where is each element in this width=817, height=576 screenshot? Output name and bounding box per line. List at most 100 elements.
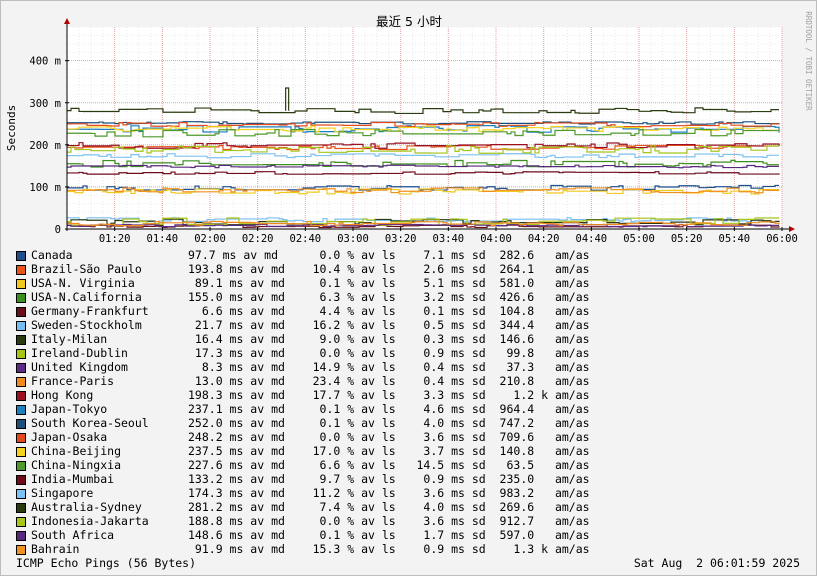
legend-series-name: India-Mumbai bbox=[31, 472, 115, 486]
legend-swatch bbox=[16, 419, 26, 429]
legend-item: Italy-Milan 16.4 ms av md 9.0 % av ls 0.… bbox=[16, 332, 816, 346]
chart-title: 最近 5 小时 bbox=[376, 14, 442, 29]
x-tick-label: 03:20 bbox=[385, 233, 417, 245]
legend-series-stats: 16.4 ms av md 9.0 % av ls 0.3 ms sd 146.… bbox=[188, 332, 590, 346]
legend-swatch bbox=[16, 293, 26, 303]
legend-swatch bbox=[16, 265, 26, 275]
x-tick-label: 04:40 bbox=[576, 233, 608, 245]
legend-series-name: South Korea-Seoul bbox=[31, 416, 149, 430]
legend-series-stats: 97.7 ms av md 0.0 % av ls 7.1 ms sd 282.… bbox=[188, 248, 590, 262]
legend-series-stats: 237.1 ms av md 0.1 % av ls 4.6 ms sd 964… bbox=[188, 402, 590, 416]
legend-item: South Africa 148.6 ms av md 0.1 % av ls 1… bbox=[16, 528, 816, 542]
legend-swatch bbox=[16, 349, 26, 359]
y-tick-label: 200 m bbox=[29, 140, 61, 152]
legend-series-name: China-Ningxia bbox=[31, 458, 122, 472]
legend-series-stats: 148.6 ms av md 0.1 % av ls 1.7 ms sd 597… bbox=[188, 528, 590, 542]
legend-series-name: USA-N.California bbox=[31, 290, 142, 304]
legend-swatch bbox=[16, 279, 26, 289]
legend-series-name: Germany-Frankfurt bbox=[31, 304, 149, 318]
legend-series-name: Sweden-Stockholm bbox=[31, 318, 142, 332]
legend-item: Sweden-Stockholm 21.7 ms av md 16.2 % av… bbox=[16, 318, 816, 332]
latency-chart: 0 100 m 200 m 300 m 400 m 01:20 01:40 02:00 02:2… bbox=[5, 11, 813, 245]
x-tick-label: 02:40 bbox=[290, 233, 322, 245]
legend-series-stats: 252.0 ms av md 0.1 % av ls 4.0 ms sd 747… bbox=[188, 416, 590, 430]
legend-item: United Kingdom 8.3 ms av md 14.9 % av ls… bbox=[16, 360, 816, 374]
x-tick-label: 06:00 bbox=[766, 233, 798, 245]
x-tick-label: 05:20 bbox=[671, 233, 703, 245]
x-tick-label: 01:20 bbox=[99, 233, 131, 245]
legend-swatch bbox=[16, 503, 26, 513]
x-tick-label: 02:20 bbox=[242, 233, 274, 245]
x-tick-label: 04:00 bbox=[480, 233, 512, 245]
legend-series-name: France-Paris bbox=[31, 374, 115, 388]
legend-swatch bbox=[16, 405, 26, 415]
legend-swatch bbox=[16, 545, 26, 555]
legend-series-stats: 17.3 ms av md 0.0 % av ls 0.9 ms sd 99.8… bbox=[188, 346, 590, 360]
legend-series-stats: 281.2 ms av md 7.4 % av ls 4.0 ms sd 269… bbox=[188, 500, 590, 514]
legend-swatch bbox=[16, 475, 26, 485]
legend-swatch bbox=[16, 489, 26, 499]
legend-swatch bbox=[16, 321, 26, 331]
legend-item: India-Mumbai 133.2 ms av md 9.7 % av ls 0… bbox=[16, 472, 816, 486]
legend-swatch bbox=[16, 335, 26, 345]
legend-series-stats: 91.9 ms av md 15.3 % av ls 0.9 ms sd 1.3… bbox=[188, 542, 590, 556]
legend-swatch bbox=[16, 531, 26, 541]
legend: Canada 97.7 ms av md 0.0 % av ls 7.1 ms s… bbox=[16, 248, 816, 556]
legend-item: Australia-Sydney 281.2 ms av md 7.4 % av … bbox=[16, 500, 816, 514]
legend-swatch bbox=[16, 251, 26, 261]
rrd-graph-window: 0 100 m 200 m 300 m 400 m 01:20 01:40 02:00 02:2… bbox=[0, 0, 817, 576]
legend-swatch bbox=[16, 447, 26, 457]
x-tick-label: 02:00 bbox=[194, 233, 226, 245]
legend-series-name: Bahrain bbox=[31, 542, 80, 556]
legend-item: Bahrain 91.9 ms av md 15.3 % av ls 0.9 m… bbox=[16, 542, 816, 556]
x-tick-label: 01:40 bbox=[147, 233, 179, 245]
legend-series-stats: 6.6 ms av md 4.4 % av ls 0.1 ms sd 104.8… bbox=[188, 304, 590, 318]
footer-probe-label: ICMP Echo Pings (56 Bytes) bbox=[16, 556, 197, 570]
legend-series-stats: 8.3 ms av md 14.9 % av ls 0.4 ms sd 37.3… bbox=[188, 360, 590, 374]
legend-swatch bbox=[16, 517, 26, 527]
legend-series-name: Indonesia-Jakarta bbox=[31, 514, 149, 528]
legend-series-stats: 198.3 ms av md 17.7 % av ls 3.3 ms sd 1.… bbox=[188, 388, 590, 402]
legend-item: Indonesia-Jakarta 188.8 ms av md 0.0 % av… bbox=[16, 514, 816, 528]
footer-timestamp: Sat Aug 2 06:01:59 2025 bbox=[633, 556, 800, 570]
legend-swatch bbox=[16, 377, 26, 387]
legend-swatch bbox=[16, 433, 26, 443]
legend-swatch bbox=[16, 461, 26, 471]
legend-swatch bbox=[16, 363, 26, 373]
legend-series-name: South Africa bbox=[31, 528, 115, 542]
legend-series-name: Ireland-Dublin bbox=[31, 346, 128, 360]
legend-series-stats: 188.8 ms av md 0.0 % av ls 3.6 ms sd 912… bbox=[188, 514, 590, 528]
legend-item: USA-N.California 155.0 ms av md 6.3 % av … bbox=[16, 290, 816, 304]
x-tick-label: 03:40 bbox=[433, 233, 465, 245]
legend-series-name: Italy-Milan bbox=[31, 332, 108, 346]
legend-swatch bbox=[16, 307, 26, 317]
legend-series-name: Japan-Osaka bbox=[31, 430, 108, 444]
legend-series-name: United Kingdom bbox=[31, 360, 128, 374]
x-tick-label: 05:00 bbox=[623, 233, 655, 245]
legend-series-stats: 155.0 ms av md 6.3 % av ls 3.2 ms sd 426… bbox=[188, 290, 590, 304]
legend-series-name: Hong Kong bbox=[31, 388, 94, 402]
legend-item: Japan-Osaka 248.2 ms av md 0.0 % av ls 3.… bbox=[16, 430, 816, 444]
legend-item: Hong Kong 198.3 ms av md 17.7 % av ls 3.3… bbox=[16, 388, 816, 402]
y-tick-label: 0 bbox=[55, 224, 61, 236]
legend-series-name: China-Beijing bbox=[31, 444, 122, 458]
legend-series-stats: 174.3 ms av md 11.2 % av ls 3.6 ms sd 98… bbox=[188, 486, 590, 500]
legend-series-name: Australia-Sydney bbox=[31, 500, 142, 514]
legend-item: China-Beijing 237.5 ms av md 17.0 % av ls… bbox=[16, 444, 816, 458]
legend-item: South Korea-Seoul 252.0 ms av md 0.1 % av… bbox=[16, 416, 816, 430]
legend-series-stats: 21.7 ms av md 16.2 % av ls 0.5 ms sd 344… bbox=[188, 318, 590, 332]
x-tick-label: 05:40 bbox=[719, 233, 751, 245]
legend-series-stats: 89.1 ms av md 0.1 % av ls 5.1 ms sd 581.… bbox=[188, 276, 590, 290]
legend-series-name: Singapore bbox=[31, 486, 94, 500]
legend-item: China-Ningxia 227.6 ms av md 6.6 % av ls … bbox=[16, 458, 816, 472]
legend-series-stats: 13.0 ms av md 23.4 % av ls 0.4 ms sd 210… bbox=[188, 374, 590, 388]
y-axis-arrow bbox=[64, 18, 70, 24]
x-tick-label: 04:20 bbox=[528, 233, 560, 245]
y-axis-label: Seconds bbox=[5, 105, 18, 151]
legend-swatch bbox=[16, 391, 26, 401]
legend-series-stats: 193.8 ms av md 10.4 % av ls 2.6 ms sd 26… bbox=[188, 262, 590, 276]
legend-series-name: Japan-Tokyo bbox=[31, 402, 108, 416]
legend-item: Canada 97.7 ms av md 0.0 % av ls 7.1 ms s… bbox=[16, 248, 816, 262]
legend-item: Brazil-São Paulo 193.8 ms av md 10.4 % av… bbox=[16, 262, 816, 276]
rrdtool-watermark: RRDTOOL / TOBI OETIKER bbox=[804, 11, 813, 111]
